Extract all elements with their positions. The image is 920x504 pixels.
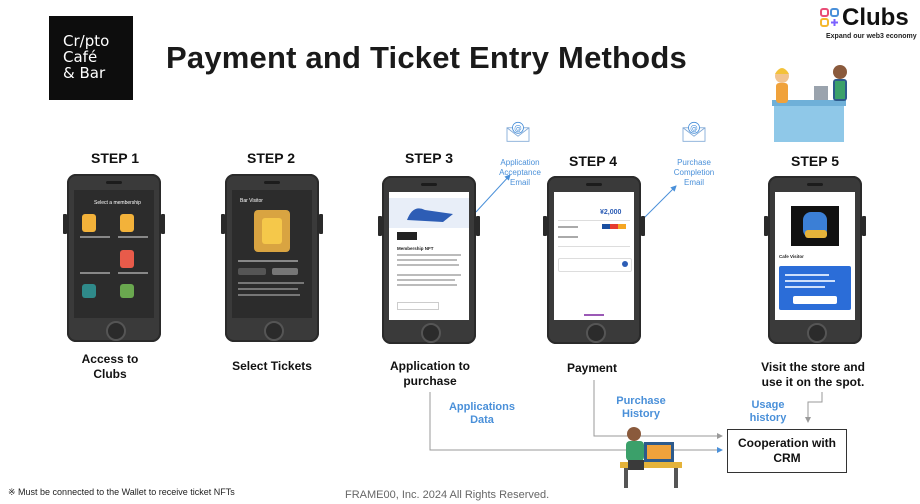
- step-1-caption: Access to Clubs: [81, 352, 139, 381]
- usage-history-label: Usage history: [749, 399, 787, 424]
- step-5-caption: Visit the store and use it on the spot.: [761, 360, 865, 389]
- step-4-screen: ¥2,000: [554, 192, 634, 320]
- applications-data-label: Applications Data: [448, 401, 515, 426]
- step-5-phone: Cafe Visitor: [764, 176, 866, 344]
- step-1-phone: Select a membership: [63, 174, 165, 342]
- crm-cooperation-box: Cooperation with CRM: [727, 429, 847, 473]
- step-1-label: STEP 1: [91, 150, 139, 166]
- membership-nft-heading: Membership NFT: [397, 246, 434, 251]
- step-3-phone: Membership NFT: [378, 176, 480, 344]
- purchase-history-label: Purchase History: [616, 395, 666, 420]
- step-2-label: STEP 2: [247, 150, 295, 166]
- step-4-caption: Payment: [566, 361, 618, 375]
- step-4-label: STEP 4: [569, 153, 617, 169]
- step-5-screen: Cafe Visitor: [775, 192, 855, 320]
- email-envelope-icon: @: [682, 121, 706, 142]
- office-worker-illustration: [620, 427, 682, 488]
- purchase-completion-email-label: Purchase Completion Email: [673, 158, 715, 187]
- step-4-phone: ¥2,000: [543, 176, 645, 344]
- svg-text:@: @: [514, 123, 522, 132]
- application-acceptance-email-label: Application Acceptance Email: [499, 158, 541, 187]
- svg-text:@: @: [690, 123, 698, 132]
- email-envelope-icon: @: [506, 121, 530, 142]
- payment-price: ¥2,000: [600, 209, 622, 216]
- copyright-notice: FRAME00, Inc. 2024 All Rights Reserved.: [345, 489, 550, 501]
- step-1-screen: Select a membership: [74, 190, 154, 318]
- membership-heading: Select a membership: [94, 200, 141, 206]
- step-3-screen: Membership NFT: [389, 192, 469, 320]
- step-2-caption: Select Tickets: [232, 359, 312, 373]
- step-2-phone: Bar Visitor: [221, 174, 323, 342]
- step-3-label: STEP 3: [405, 150, 453, 166]
- step-2-screen: Bar Visitor: [232, 190, 312, 318]
- wallet-footnote: ※ Must be connected to the Wallet to rec…: [8, 487, 235, 497]
- step-3-caption: Application to purchase: [390, 359, 470, 388]
- step-5-label: STEP 5: [791, 153, 839, 169]
- bar-visitor-heading: Bar Visitor: [240, 198, 263, 204]
- cafe-visitor-heading: Cafe Visitor: [779, 254, 804, 259]
